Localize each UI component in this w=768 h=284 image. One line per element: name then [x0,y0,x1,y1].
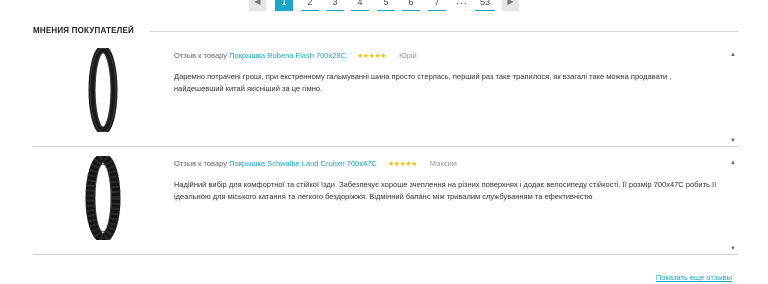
rating-stars: ★★★★★ [387,161,417,168]
pagination-ellipsis: ... [456,0,468,7]
show-more-reviews-link[interactable]: Показать еще отзывы [656,273,732,282]
review-label: Отзыв к товару [174,51,227,60]
scroll-down-icon[interactable]: ▼ [730,246,736,252]
page-7-button[interactable]: 7 [428,0,446,11]
review-text: Надійний вибір для комфортної та стійкої… [174,180,717,201]
chevron-left-icon: ◀ [254,0,261,6]
chevron-right-icon: ▶ [507,0,514,6]
page-3-button[interactable]: 3 [326,0,344,11]
rating-stars: ★★★★★ [357,53,386,60]
scroll-down-icon[interactable]: ▼ [730,138,736,144]
page-4-button[interactable]: 4 [351,0,369,11]
tire-thumbnail-image [88,48,118,132]
product-link[interactable]: Покрышка Schwalbe Land Cruiser 700x47C [229,159,377,168]
review-meta: Отзыв к товару Покрышка Rubena Flash 700… [174,51,417,60]
review-card: Отзыв к товару Покрышка Schwalbe Land Cr… [33,148,738,255]
scroll-up-icon[interactable]: ▲ [730,160,736,166]
scroll-up-icon[interactable]: ▲ [730,52,736,58]
review-meta: Отзыв к товару Покрышка Schwalbe Land Cr… [174,159,457,168]
page-53-button[interactable]: 53 [475,0,495,11]
section-divider [150,31,738,32]
page-5-button[interactable]: 5 [377,0,395,11]
page-6-button[interactable]: 6 [402,0,420,11]
page-2-button[interactable]: 2 [301,0,319,11]
review-author: Максим [429,159,457,168]
product-link[interactable]: Покрышка Rubena Flash 700x28C [229,51,346,60]
page-1-button[interactable]: 1 [275,0,293,11]
tire-thumbnail-image [85,156,121,240]
review-text: Даремно потрачені гроші, при екстренному… [174,72,672,93]
review-card: Отзыв к товару Покрышка Rubena Flash 700… [33,40,738,147]
review-label: Отзыв к товару [174,159,227,168]
next-page-button[interactable]: ▶ [502,0,519,11]
review-author: Юрій [399,51,417,60]
section-title: МНЕНИЯ ПОКУПАТЕЛЕЙ [33,26,134,35]
prev-page-button[interactable]: ◀ [249,0,266,11]
pagination: ◀ 1 2 3 4 5 6 7 ... 53 ▶ [0,0,768,13]
